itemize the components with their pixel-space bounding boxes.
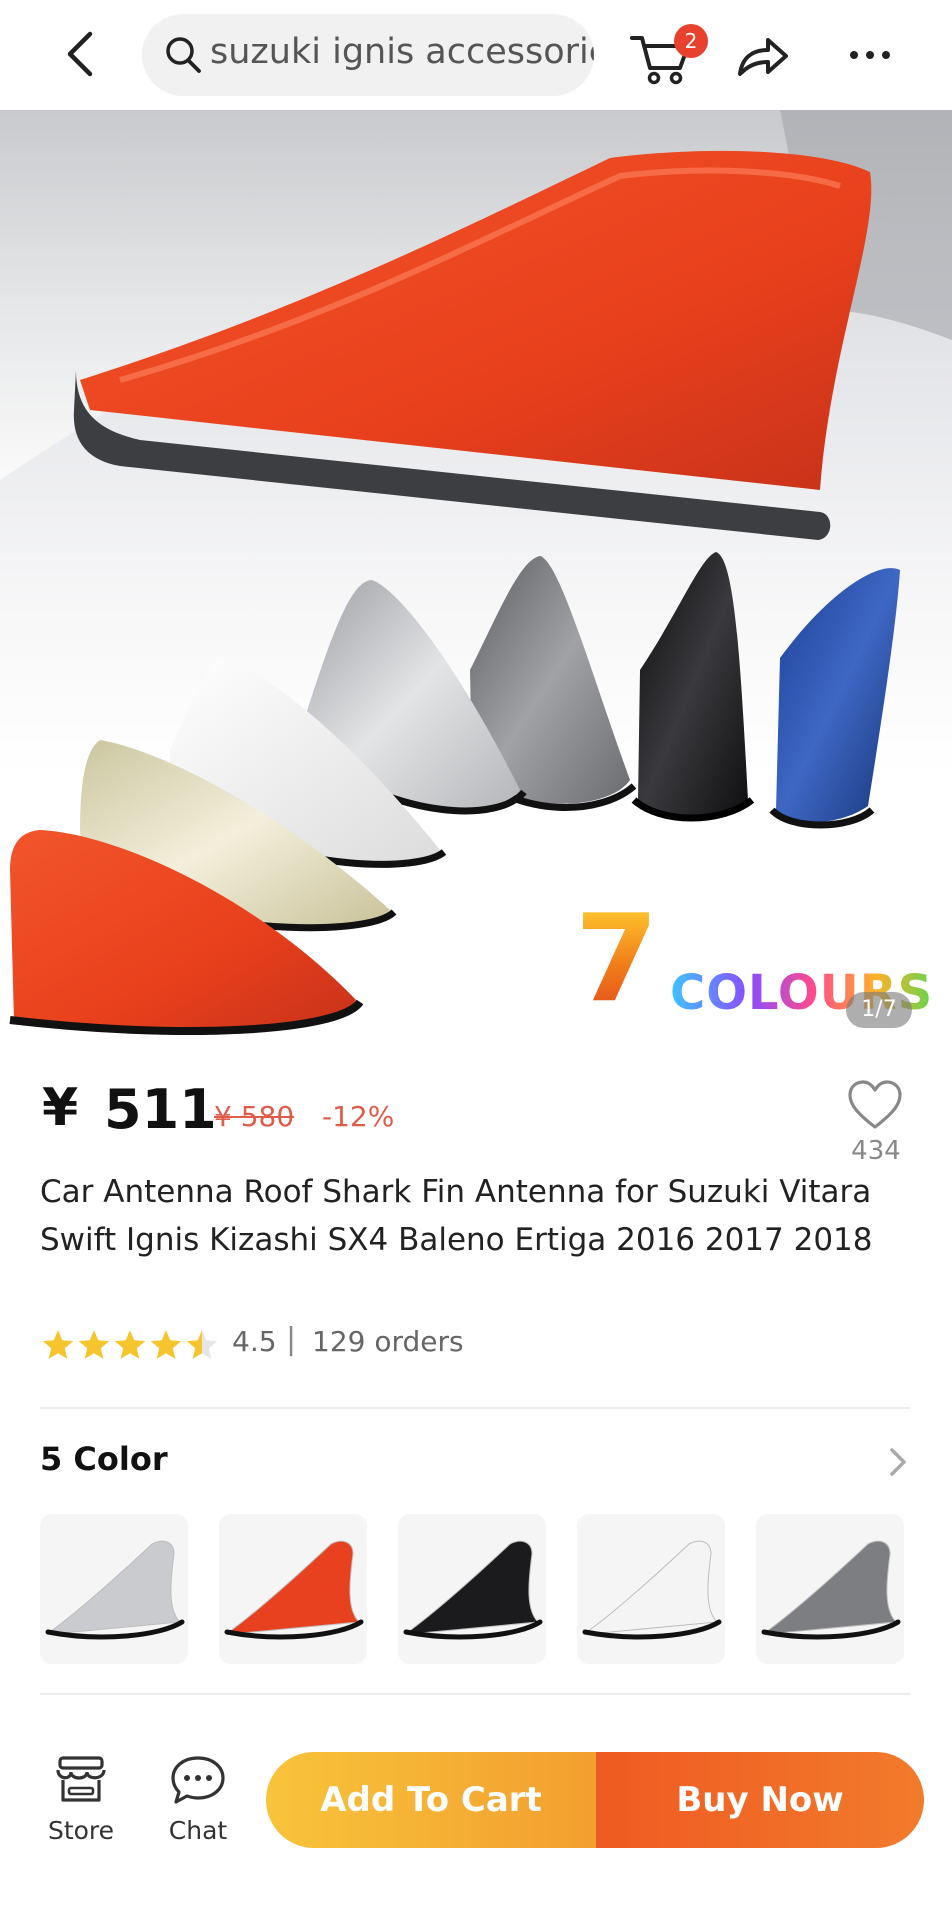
divider	[40, 1407, 910, 1409]
antenna-thumbnail-icon	[45, 1540, 185, 1640]
product-title: Car Antenna Roof Shark Fin Antenna for S…	[40, 1174, 873, 1258]
chat-bubble-icon	[171, 1756, 225, 1804]
top-bar: suzuki ignis accessories 2	[0, 0, 952, 110]
product-photo	[0, 110, 952, 1035]
promo-number: 7	[575, 890, 659, 1029]
product-image-carousel[interactable]: 7 COLOURS 1/7	[0, 110, 952, 1060]
antenna-thumbnail-icon	[582, 1540, 722, 1640]
star-icon	[42, 1330, 74, 1359]
price-currency: ¥	[42, 1078, 79, 1138]
store-icon	[56, 1756, 106, 1802]
buy-now-button[interactable]: Buy Now	[596, 1752, 924, 1848]
more-dots-icon	[850, 51, 890, 59]
color-section-expand[interactable]	[886, 1446, 910, 1478]
color-option-white[interactable]	[577, 1514, 725, 1664]
star-icon	[78, 1330, 110, 1359]
current-price: 511	[104, 1078, 217, 1141]
original-price: ¥ 580	[214, 1100, 295, 1133]
antenna-thumbnail-icon	[761, 1540, 901, 1640]
divider	[40, 1693, 910, 1695]
wishlist-count: 434	[851, 1136, 901, 1166]
rating-value: 4.5	[232, 1325, 277, 1358]
color-option-grey[interactable]	[756, 1514, 904, 1664]
search-query: suzuki ignis accessories	[210, 32, 594, 72]
star-icon	[186, 1330, 218, 1359]
cart-count-badge: 2	[674, 24, 708, 58]
chat-label: Chat	[168, 1816, 228, 1845]
more-options-button[interactable]	[846, 40, 896, 70]
discount-badge: -12%	[322, 1100, 395, 1133]
heart-icon	[848, 1080, 902, 1129]
antenna-thumbnail-icon	[403, 1540, 543, 1640]
wishlist-button[interactable]	[846, 1078, 904, 1132]
antenna-thumbnail-icon	[224, 1540, 364, 1640]
chevron-left-icon	[67, 31, 93, 77]
add-to-cart-button[interactable]: Add To Cart	[266, 1752, 596, 1848]
search-icon	[166, 37, 201, 73]
chat-button[interactable]: Chat	[156, 1748, 240, 1848]
color-option-silver[interactable]	[40, 1514, 188, 1664]
color-option-red[interactable]	[219, 1514, 367, 1664]
store-button[interactable]: Store	[40, 1748, 122, 1848]
store-label: Store	[47, 1816, 115, 1845]
star-icon	[150, 1330, 182, 1359]
rating-separator: |	[286, 1322, 297, 1357]
color-section-heading: 5 Color	[40, 1440, 168, 1478]
share-button[interactable]	[732, 30, 792, 82]
share-icon	[738, 38, 788, 76]
rating-stars	[40, 1328, 220, 1364]
search-bar[interactable]: suzuki ignis accessories	[142, 14, 594, 96]
chevron-right-icon	[890, 1448, 906, 1476]
back-button[interactable]	[56, 24, 112, 84]
orders-count: 129 orders	[312, 1325, 464, 1358]
color-option-black[interactable]	[398, 1514, 546, 1664]
image-page-indicator: 1/7	[846, 992, 912, 1028]
star-icon	[114, 1330, 146, 1359]
